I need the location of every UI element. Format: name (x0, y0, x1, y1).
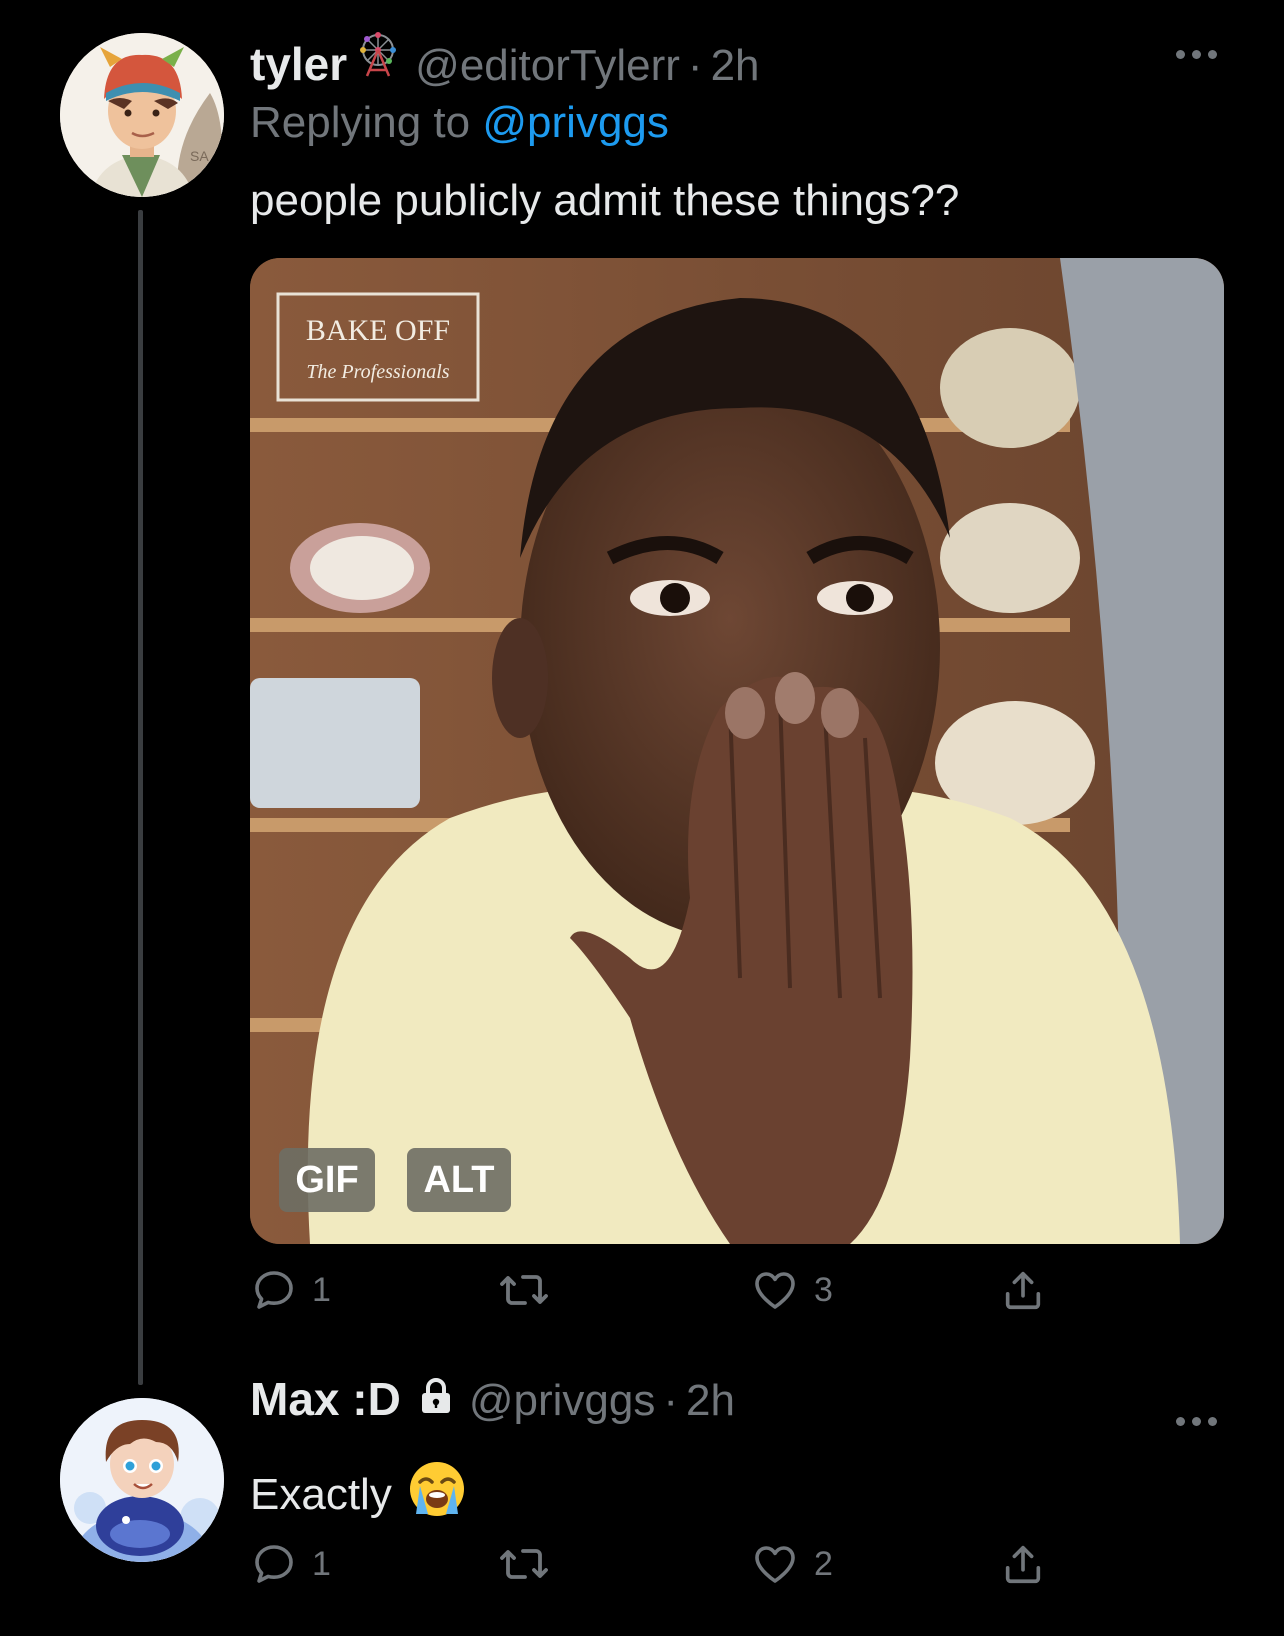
tweet-actions: 1 2 (250, 1540, 1150, 1600)
more-options-icon[interactable] (1176, 50, 1217, 59)
tweet-text-line: Exactly (250, 1460, 466, 1529)
thread-connector-line (138, 210, 143, 1385)
share-icon (1005, 1545, 1041, 1584)
share-icon (1005, 1271, 1041, 1310)
alt-badge[interactable]: ALT (407, 1148, 511, 1212)
reply-icon (255, 1545, 293, 1583)
separator-dot: · (663, 1376, 678, 1425)
retweet-button[interactable] (498, 1266, 564, 1314)
svg-text:SA: SA (190, 148, 209, 164)
gif-frame-image: BAKE OFF The Professionals (250, 258, 1224, 1244)
timestamp[interactable]: 2h (686, 1376, 735, 1426)
reply-icon (255, 1271, 293, 1309)
tweet-actions: 1 3 (250, 1266, 1150, 1326)
separator-dot: · (687, 41, 703, 90)
loudly-crying-face-icon (408, 1460, 466, 1529)
reply-button[interactable]: 1 (250, 1540, 331, 1588)
timestamp[interactable]: 2h (711, 41, 760, 91)
tweet-header: Max :D @privggs · 2h (250, 1372, 735, 1426)
gif-badge: GIF (279, 1148, 375, 1212)
tweet-gif[interactable]: BAKE OFF The Professionals GIF ALT (250, 258, 1224, 1244)
max-avatar[interactable] (60, 1398, 224, 1562)
replying-to-mention[interactable]: @privggs (482, 98, 669, 147)
like-button[interactable]: 2 (750, 1540, 833, 1588)
reply-button[interactable]: 1 (250, 1266, 331, 1314)
ferris-wheel-icon (353, 30, 403, 85)
display-name[interactable]: tyler (250, 37, 347, 91)
tweet-tyler[interactable]: SA tyler @editorTylerr · 2h Replying to … (0, 0, 1284, 1385)
heart-icon (755, 1546, 795, 1583)
display-name[interactable]: Max :D (250, 1372, 401, 1426)
share-button[interactable] (1000, 1266, 1046, 1314)
more-options-icon[interactable] (1176, 1417, 1217, 1426)
tyler-avatar[interactable]: SA (60, 33, 224, 197)
tweet-text: Exactly (250, 1469, 392, 1519)
tweet-text: people publicly admit these things?? (250, 176, 960, 225)
user-handle[interactable]: @editorTylerr (415, 41, 680, 91)
tweet-max[interactable]: Max :D @privggs · 2h Exactly 1 2 (0, 1373, 1284, 1636)
user-handle[interactable]: @privggs (469, 1376, 656, 1426)
show-logo-line1: BAKE OFF (306, 314, 450, 347)
reply-count: 1 (312, 1544, 331, 1583)
like-count: 2 (814, 1544, 833, 1583)
like-count: 3 (814, 1270, 833, 1309)
reply-count: 1 (312, 1270, 331, 1309)
retweet-button[interactable] (498, 1540, 564, 1588)
lock-icon (419, 1377, 453, 1420)
heart-icon (755, 1272, 795, 1309)
tweet-header: tyler @editorTylerr · 2h (250, 30, 760, 91)
like-button[interactable]: 3 (750, 1266, 833, 1314)
show-logo-line2: The Professionals (306, 361, 449, 383)
share-button[interactable] (1000, 1540, 1046, 1588)
replying-to-line: Replying to @privggs (250, 98, 669, 148)
retweet-icon (500, 1275, 548, 1305)
retweet-icon (500, 1549, 548, 1579)
replying-to-prefix: Replying to (250, 98, 471, 147)
